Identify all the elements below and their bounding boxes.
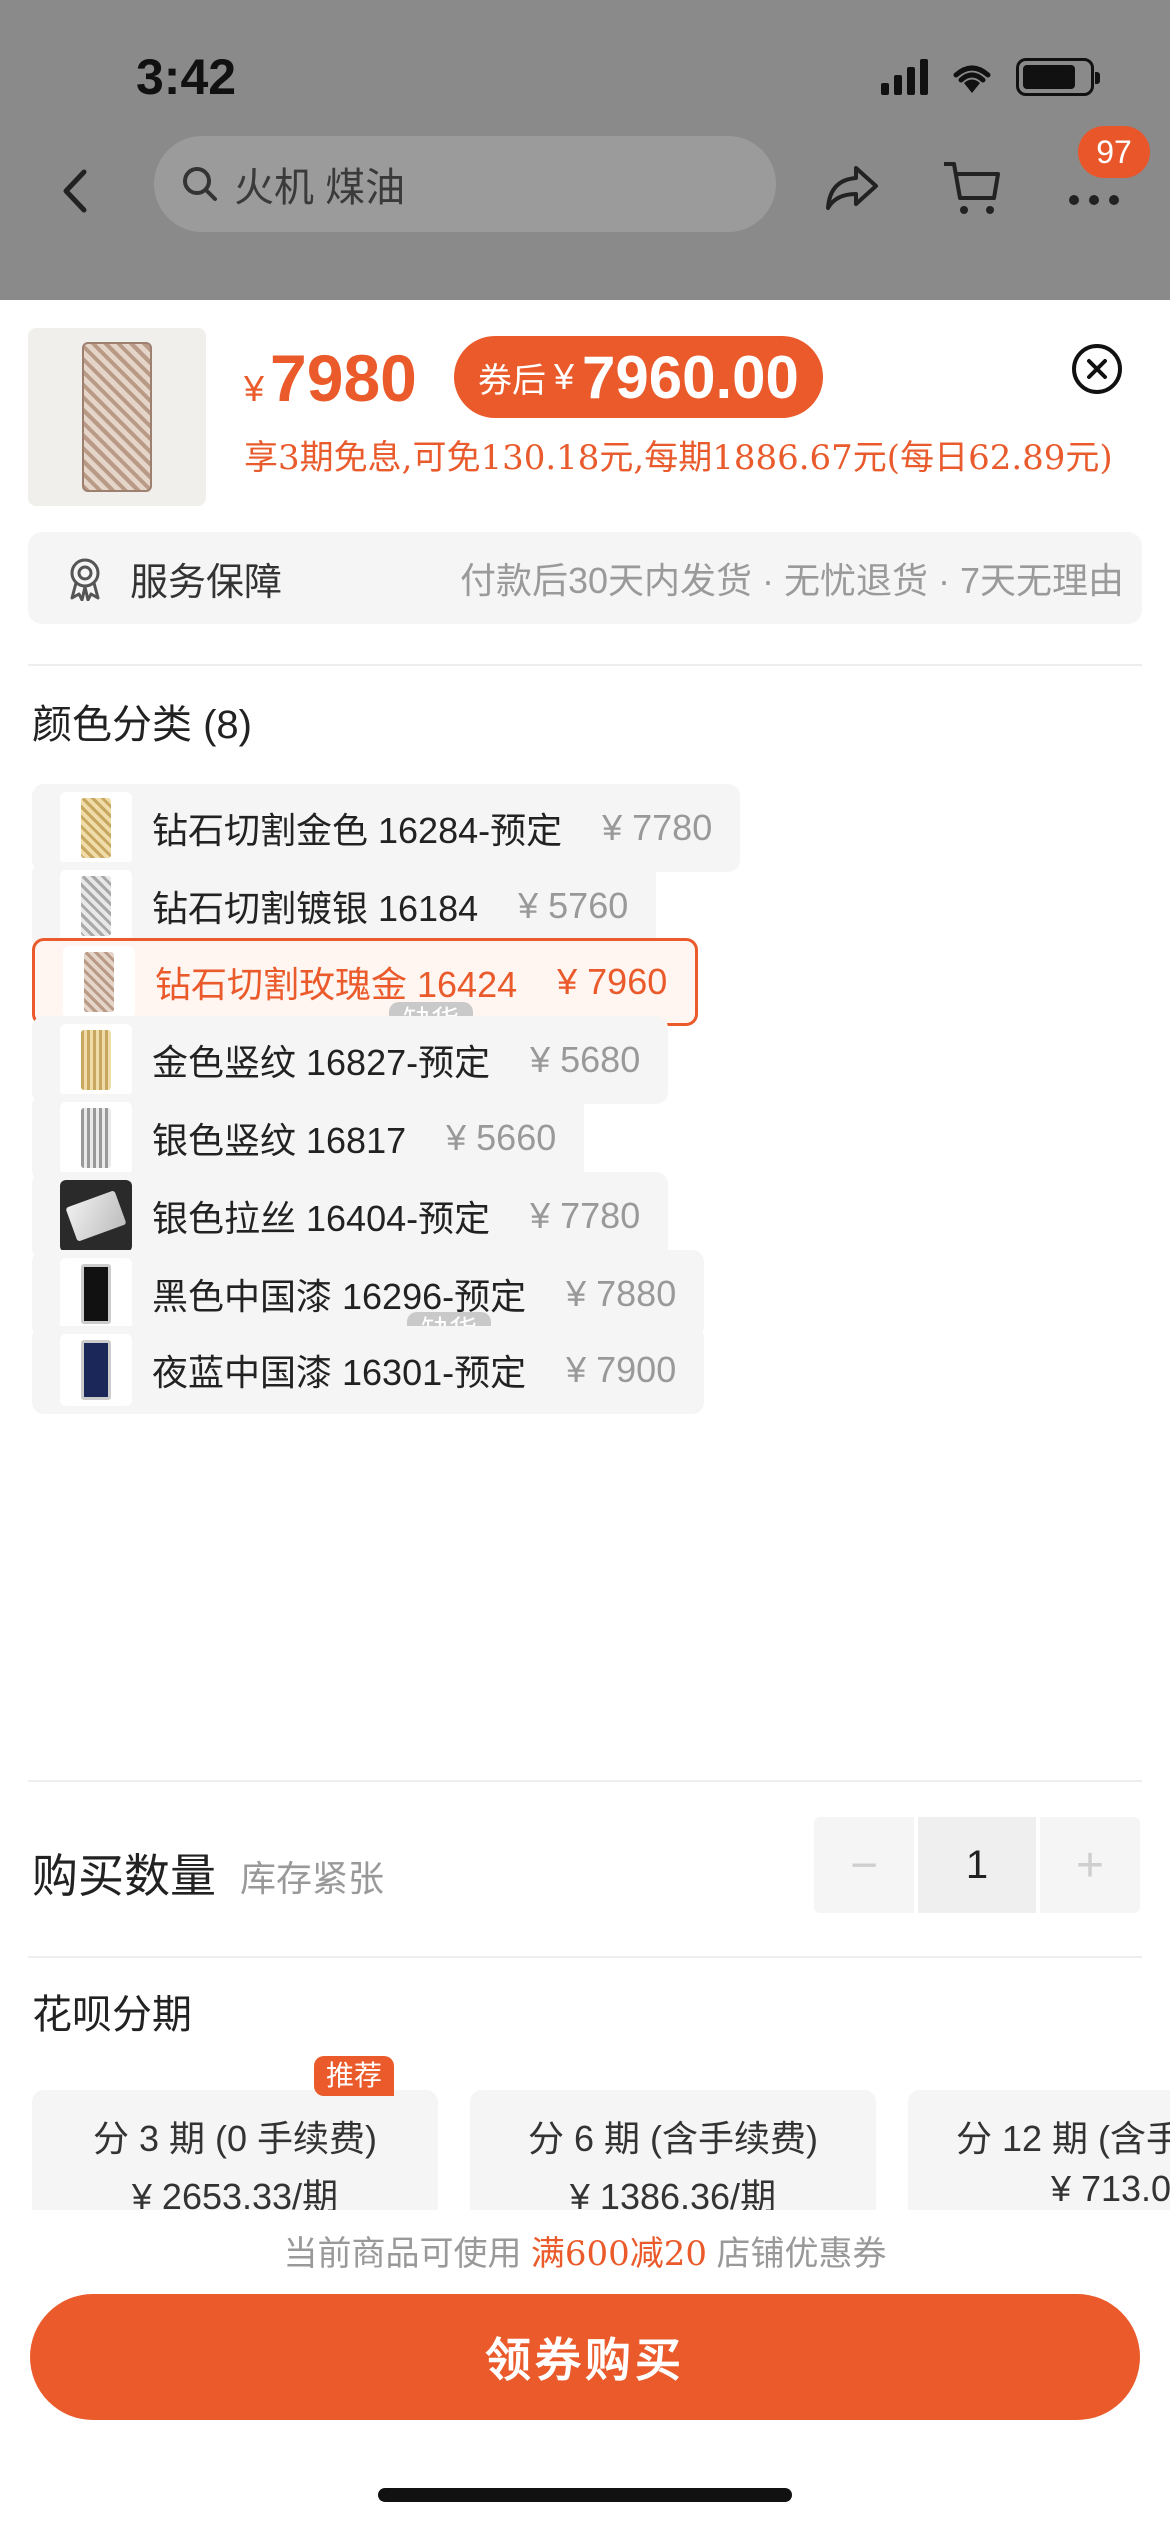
variant-price: ¥ 5680 xyxy=(530,1039,641,1080)
installment-plans: 分 3 期 (0 手续费) ¥ 2653.33/期 分 6 期 (含手续费) ¥… xyxy=(32,2090,1170,2210)
currency-symbol: ¥ xyxy=(244,368,265,409)
variant-thumbnail xyxy=(60,792,132,864)
variant-price: ¥ 5760 xyxy=(518,885,629,926)
variant-option[interactable]: 银色竖纹 16817 ¥ 5660 xyxy=(32,1094,585,1182)
service-description: 付款后30天内发货 · 无忧退货 · 7天无理由 xyxy=(459,560,1124,601)
decrement-button[interactable]: − xyxy=(814,1817,914,1913)
variant-thumbnail xyxy=(60,1102,132,1174)
installment-plan[interactable]: 分 12 期 (含手续费) ¥ 713.0 xyxy=(908,2090,1170,2210)
variant-price: ¥ 7880 xyxy=(566,1273,677,1314)
cart-icon[interactable] xyxy=(940,156,1004,220)
signal-icon xyxy=(881,59,928,95)
variant-price: ¥ 5660 xyxy=(446,1117,557,1158)
coupon-currency: ¥ xyxy=(554,356,575,397)
variant-option[interactable]: 金色竖纹 16827-预定 ¥ 5680 xyxy=(32,1016,669,1104)
installment-note: 享3期免息,可免130.18元,每期1886.67元(每日62.89元) xyxy=(244,438,1113,478)
plan-amount: ¥ 2653.33/期 xyxy=(131,2176,339,2210)
search-text: 火机 煤油 xyxy=(234,166,406,210)
variant-name: 夜蓝中国漆 16301-预定 xyxy=(152,1352,527,1393)
variant-thumbnail xyxy=(60,1024,132,1096)
coupon-note: 当前商品可使用 满600减20 店铺优惠券 xyxy=(0,2226,1170,2275)
divider xyxy=(28,1956,1142,1958)
top-nav: 火机 煤油 xyxy=(0,136,1170,246)
variant-option[interactable]: 夜蓝中国漆 16301-预定 ¥ 7900 xyxy=(32,1326,705,1414)
variant-option[interactable]: 银色拉丝 16404-预定 ¥ 7780 xyxy=(32,1172,669,1260)
variant-price: ¥ 7900 xyxy=(566,1349,677,1390)
divider xyxy=(28,1780,1142,1782)
price-value: 7980 xyxy=(270,341,417,415)
cart-count-badge: 97 xyxy=(1078,126,1150,178)
plan-amount: ¥ 713.0 xyxy=(1050,2168,1170,2209)
quantity-stepper: − 1 + xyxy=(814,1817,1140,1913)
variant-name: 钻石切割镀银 16184 xyxy=(152,888,479,929)
battery-icon xyxy=(1016,58,1100,96)
variant-thumbnail xyxy=(60,870,132,942)
coupon-note-suffix: 店铺优惠券 xyxy=(707,2235,887,2273)
close-button[interactable] xyxy=(1072,344,1122,394)
variant-thumbnail xyxy=(60,1258,132,1330)
service-guarantee[interactable]: 服务保障 付款后30天内发货 · 无忧退货 · 7天无理由 xyxy=(28,532,1142,624)
lighter-image xyxy=(82,342,152,492)
service-badge-icon xyxy=(70,558,100,601)
variant-price: ¥ 7780 xyxy=(530,1195,641,1236)
plan-term: 分 12 期 (含手续费) xyxy=(955,2118,1170,2159)
product-thumbnail xyxy=(28,328,206,506)
variant-name: 钻石切割玫瑰金 16424 xyxy=(155,964,518,1005)
search-icon xyxy=(183,167,217,201)
plan-term: 分 3 期 (0 手续费) xyxy=(92,2118,378,2159)
quantity-label: 购买数量 xyxy=(32,1850,216,1902)
divider xyxy=(28,664,1142,666)
coupon-price: 7960.00 xyxy=(582,343,799,411)
status-icons xyxy=(881,58,1100,96)
installment-plan[interactable]: 分 3 期 (0 手续费) ¥ 2653.33/期 xyxy=(32,2090,438,2210)
status-time: 3:42 xyxy=(136,49,237,105)
share-icon[interactable] xyxy=(820,156,884,220)
plan-term: 分 6 期 (含手续费) xyxy=(527,2118,818,2159)
close-icon xyxy=(1087,359,1107,379)
search-bar[interactable]: 火机 煤油 xyxy=(154,136,776,232)
variant-option[interactable]: 钻石切割金色 16284-预定 ¥ 7780 xyxy=(32,784,741,872)
service-title: 服务保障 xyxy=(130,561,283,604)
color-section-title: 颜色分类 (8) xyxy=(32,703,252,747)
coupon-note-prefix: 当前商品可使用 xyxy=(283,2235,531,2273)
home-indicator xyxy=(378,2488,792,2502)
variant-name: 银色拉丝 16404-预定 xyxy=(152,1198,491,1239)
variant-thumbnail xyxy=(60,1334,132,1406)
variant-price: ¥ 7780 xyxy=(602,807,713,848)
variant-price: ¥ 7960 xyxy=(557,961,668,1002)
back-arrow-icon[interactable] xyxy=(52,166,102,216)
variant-option-selected[interactable]: 钻石切割玫瑰金 16424 ¥ 7960 xyxy=(32,938,699,1026)
variant-name: 钻石切割金色 16284-预定 xyxy=(152,810,563,851)
coupon-note-highlight: 满600减20 xyxy=(530,2234,708,2274)
variant-name: 银色竖纹 16817 xyxy=(152,1120,407,1161)
wifi-icon xyxy=(953,65,991,93)
stock-status: 库存紧张 xyxy=(240,1858,385,1899)
variant-name: 金色竖纹 16827-预定 xyxy=(152,1042,491,1083)
variant-thumbnail xyxy=(63,946,135,1018)
plan-amount: ¥ 1386.36/期 xyxy=(569,2176,777,2210)
sku-sheet: ¥ 7980 券后 ¥ 7960.00 享3期免息,可免130.18元,每期18… xyxy=(0,300,1170,2532)
claim-coupon-buy-button[interactable]: 领券购买 xyxy=(30,2294,1140,2420)
price-display: ¥ 7980 xyxy=(244,340,417,416)
coupon-price-pill: 券后 ¥ 7960.00 xyxy=(454,336,823,418)
coupon-label: 券后 xyxy=(478,361,546,400)
installment-section-title: 花呗分期 xyxy=(32,1993,192,2037)
quantity-value[interactable]: 1 xyxy=(918,1817,1036,1913)
variant-thumbnail xyxy=(60,1180,132,1252)
installment-plan[interactable]: 分 6 期 (含手续费) ¥ 1386.36/期 xyxy=(470,2090,876,2210)
recommend-tag: 推荐 xyxy=(314,2056,395,2096)
variant-option[interactable]: 钻石切割镀银 16184 ¥ 5760 xyxy=(32,862,657,950)
variant-option[interactable]: 黑色中国漆 16296-预定 ¥ 7880 xyxy=(32,1250,705,1338)
increment-button[interactable]: + xyxy=(1040,1817,1140,1913)
status-bar: 3:42 xyxy=(0,0,1170,150)
background-page: 3:42 火机 煤油 97 xyxy=(0,0,1170,300)
